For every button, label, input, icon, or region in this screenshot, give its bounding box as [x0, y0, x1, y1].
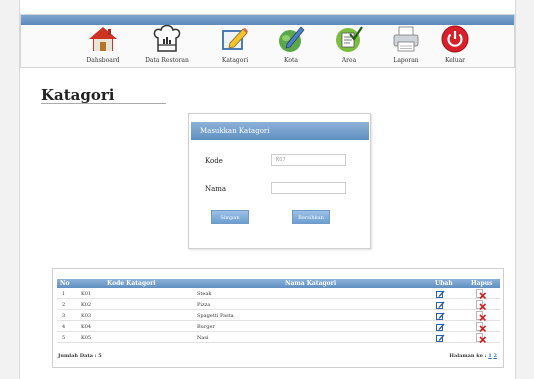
- col-hapus: Hapus: [471, 280, 493, 287]
- col-no: No: [60, 280, 70, 287]
- page-title: Katagori: [41, 86, 115, 104]
- checklist-icon: [319, 23, 379, 55]
- kode-field[interactable]: K07: [271, 154, 346, 166]
- cell-nama: Steak: [197, 291, 212, 297]
- edit-row-icon[interactable]: [436, 301, 445, 309]
- page-link-2[interactable]: 2: [494, 353, 497, 359]
- edit-row-icon[interactable]: [436, 334, 445, 342]
- cell-no: 2: [62, 302, 66, 308]
- nav-keluar[interactable]: Keluar: [425, 23, 485, 64]
- cell-kode: K02: [81, 302, 92, 308]
- chef-hat-icon: [137, 23, 197, 55]
- table-header: No Kode Katagori Nama Katagori Ubah Hapu…: [57, 279, 500, 288]
- table-row: 4 K04 Burger: [57, 322, 500, 332]
- nav-area[interactable]: Area: [319, 23, 379, 64]
- home-icon: [73, 23, 133, 55]
- bersihkan-button[interactable]: Bersihkan: [292, 210, 330, 224]
- pencil-icon: [261, 23, 321, 55]
- table-row: 5 K05 Nasi: [57, 333, 500, 343]
- cell-nama: Burger: [197, 324, 215, 330]
- simpan-button[interactable]: Simpan: [211, 210, 249, 224]
- cell-no: 4: [62, 324, 66, 330]
- title-underline: [41, 103, 166, 104]
- cell-nama: Nasi: [197, 335, 209, 341]
- table-row: 1 K01 Steak: [57, 289, 500, 299]
- edit-row-icon[interactable]: [436, 312, 445, 320]
- cell-no: 3: [62, 313, 66, 319]
- delete-row-icon[interactable]: [476, 322, 486, 332]
- delete-row-icon[interactable]: [476, 311, 486, 321]
- col-ubah: Ubah: [435, 280, 453, 287]
- kategori-table: No Kode Katagori Nama Katagori Ubah Hapu…: [52, 268, 504, 368]
- edit-icon: [205, 23, 265, 55]
- cell-no: 1: [62, 291, 66, 297]
- table-row: 3 K03 Spagetti Pasta: [57, 311, 500, 321]
- nav-kota[interactable]: Kota: [261, 23, 321, 64]
- nav-katagori[interactable]: Katagori: [205, 23, 265, 64]
- col-nama: Nama Katagori: [285, 280, 337, 287]
- cell-nama: Pizza: [197, 302, 211, 308]
- cell-kode: K04: [81, 324, 92, 330]
- cell-no: 5: [62, 335, 66, 341]
- table-row: 2 K02 Pizza: [57, 300, 500, 310]
- pagination: Halaman ke : 1 2: [449, 353, 497, 359]
- pagination-label: Halaman ke :: [449, 353, 487, 359]
- nav-dashboard[interactable]: Dahsboard: [73, 23, 133, 64]
- nav-data-restoran[interactable]: Data Restoran: [137, 23, 197, 64]
- delete-row-icon[interactable]: [476, 289, 486, 299]
- nama-field[interactable]: [271, 182, 346, 194]
- total-data-label: Jumlah Data : 5: [58, 353, 102, 359]
- cell-kode: K05: [81, 335, 92, 341]
- left-gutter: [0, 0, 19, 379]
- kode-label: Kode: [205, 157, 223, 165]
- edit-row-icon[interactable]: [436, 290, 445, 298]
- power-icon: [425, 23, 485, 55]
- page-link-1[interactable]: 1: [488, 353, 491, 359]
- delete-row-icon[interactable]: [476, 333, 486, 343]
- cell-kode: K03: [81, 313, 92, 319]
- form-header: Masukkan Katagori: [191, 122, 369, 140]
- nama-label: Nama: [205, 185, 227, 193]
- delete-row-icon[interactable]: [476, 300, 486, 310]
- edit-row-icon[interactable]: [436, 323, 445, 331]
- col-kode: Kode Katagori: [107, 280, 156, 287]
- right-gutter: [516, 0, 534, 379]
- cell-nama: Spagetti Pasta: [197, 313, 234, 319]
- cell-kode: K01: [81, 291, 92, 297]
- kategori-form-panel: Masukkan Katagori Kode K07 Nama Simpan B…: [188, 113, 371, 249]
- top-navigation: Dahsboard Data Restoran Katagori Kota Ar…: [20, 14, 515, 68]
